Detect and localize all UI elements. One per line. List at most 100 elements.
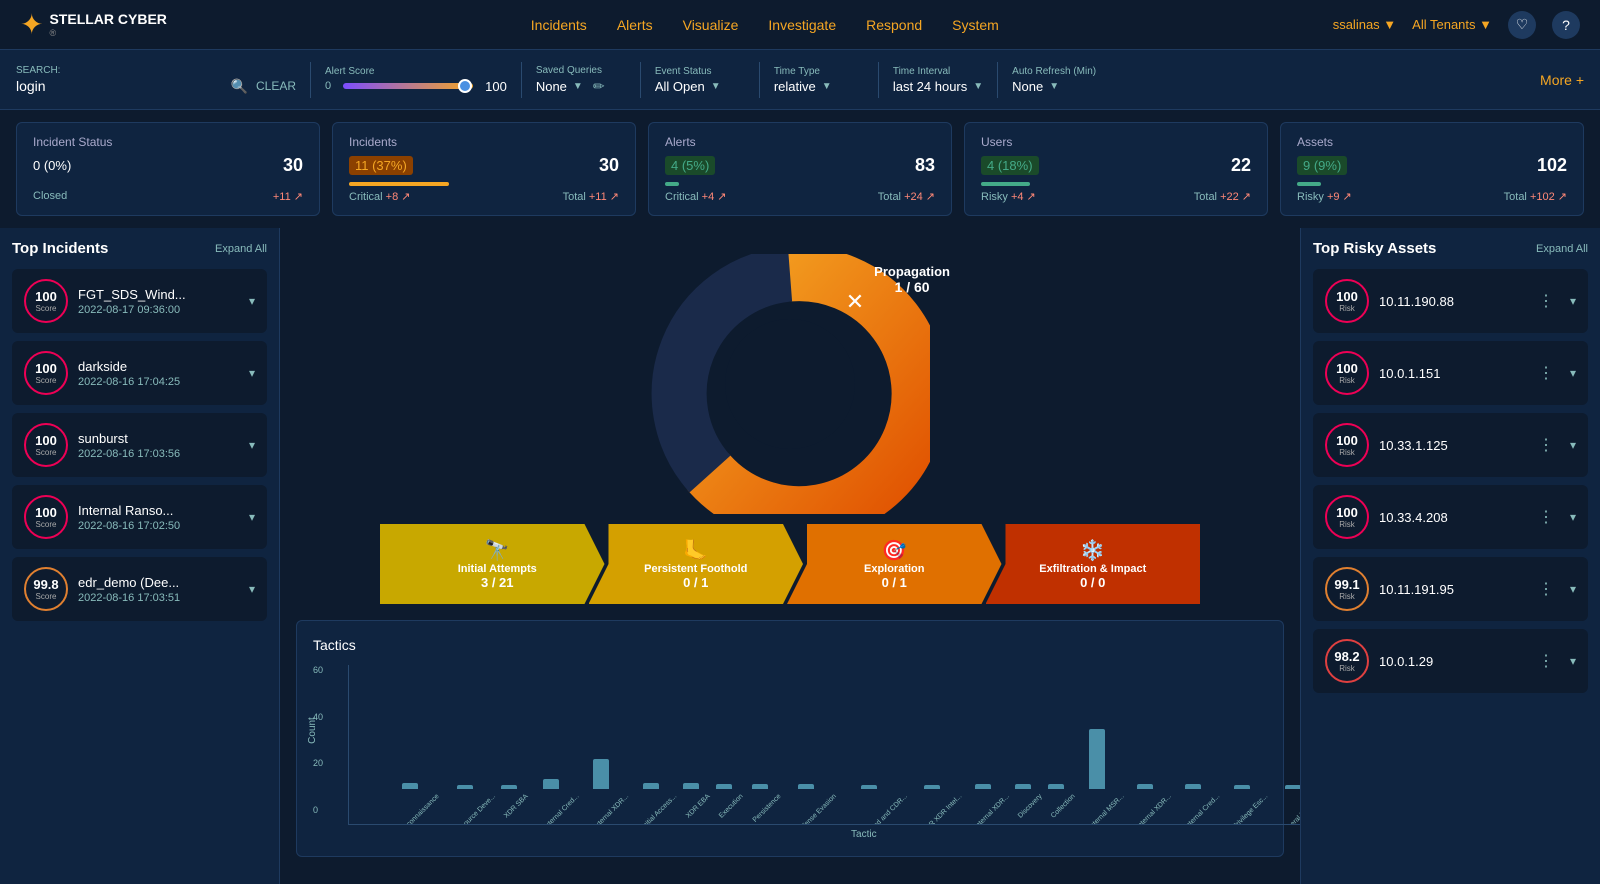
stat-card-users[interactable]: Users 4 (18%) 22 Risky +4 ↗ Total +22 ↗ [964,122,1268,216]
asset-chevron-1: ▾ [1570,366,1576,380]
incident-item-2[interactable]: 100 Score sunburst 2022-08-16 17:03:56 ▾ [12,413,267,477]
asset-item-0[interactable]: 100 Risk 10.11.190.88 ⋮ ▾ [1313,269,1588,333]
bar-label-4: External XDR... [591,793,630,825]
tactics-chart-area: 60 40 20 0 Reconnaissance [313,665,1267,840]
asset-menu-icon-1[interactable]: ⋮ [1538,363,1554,383]
tactics-section: Tactics 60 40 20 0 [296,620,1284,857]
stat-card-incident-status[interactable]: Incident Status 0 (0%) 30 Closed +11 ↗ [16,122,320,216]
incident-item-1[interactable]: 100 Score darkside 2022-08-16 17:04:25 ▾ [12,341,267,405]
bar-col-15: Internal MSR... [1074,729,1121,800]
incident-item-0[interactable]: 100 Score FGT_SDS_Wind... 2022-08-17 09:… [12,269,267,333]
bar-col-0: Reconnaissance [384,783,436,800]
search-input[interactable] [16,78,223,94]
asset-item-2[interactable]: 100 Risk 10.33.1.125 ⋮ ▾ [1313,413,1588,477]
incident-info-2: sunburst 2022-08-16 17:03:56 [78,431,239,460]
nav-tenant[interactable]: All Tenants ▼ [1412,17,1492,32]
clear-button[interactable]: CLEAR [256,79,296,93]
stat-card-incidents[interactable]: Incidents 11 (37%) 30 Critical +8 ↗ Tota… [332,122,636,216]
tactics-title: Tactics [313,637,1267,653]
alert-score-header: Alert Score [325,66,507,79]
asset-menu-icon-5[interactable]: ⋮ [1538,651,1554,671]
asset-name-4: 10.11.191.95 [1379,582,1528,597]
bar-label-12: Internal XDR... [974,793,1011,825]
bar-19 [1285,785,1300,789]
bar-col-4: External XDR... [577,759,625,800]
step-1-count: 0 / 1 [683,575,708,590]
nav-question-icon[interactable]: ? [1552,11,1580,39]
time-interval-control[interactable]: Time Interval last 24 hours ▼ [893,66,983,94]
asset-menu-icon-4[interactable]: ⋮ [1538,579,1554,599]
event-status-control[interactable]: Event Status All Open ▼ [655,66,745,94]
asset-score-badge-4: 99.1 Risk [1325,567,1369,611]
asset-item-3[interactable]: 100 Risk 10.33.4.208 ⋮ ▾ [1313,485,1588,549]
assets-expand-all[interactable]: Expand All [1536,243,1588,255]
alert-score-label: Alert Score [325,66,374,77]
propagation-count: 1 / 60 [874,279,950,295]
saved-queries-value-row: None ▼ ✏ [536,78,605,95]
more-button[interactable]: More + [1540,72,1584,88]
nav-respond[interactable]: Respond [866,17,922,33]
asset-name-5: 10.0.1.29 [1379,654,1528,669]
asset-score-val-2: 100 [1336,433,1358,448]
bar-label-16: Internal XDR... [1136,793,1173,825]
search-icon[interactable]: 🔍 [231,78,248,95]
alert-score-thumb[interactable] [458,79,472,93]
incident-item-3[interactable]: 100 Score Internal Ranso... 2022-08-16 1… [12,485,267,549]
bar-13 [1015,784,1031,789]
stat-primary-incident-status: 0 (0%) [33,158,71,173]
nav-incidents[interactable]: Incidents [531,17,587,33]
stat-card-alerts[interactable]: Alerts 4 (5%) 83 Critical +4 ↗ Total +24… [648,122,952,216]
logo-text-block: STELLAR CYBER ® [49,11,166,38]
asset-menu-icon-2[interactable]: ⋮ [1538,435,1554,455]
asset-chevron-4: ▾ [1570,582,1576,596]
nav-user[interactable]: ssalinas ▼ [1333,17,1396,32]
asset-item-1[interactable]: 100 Risk 10.0.1.151 ⋮ ▾ [1313,341,1588,405]
svg-text:✕: ✕ [846,289,864,314]
incidents-expand-all[interactable]: Expand All [215,243,267,255]
saved-queries-control[interactable]: Saved Queries None ▼ ✏ [536,65,626,95]
propagation-title: Propagation [874,264,950,279]
stat-primary-alerts: 4 (5%) [665,156,715,175]
event-status-arrow-icon: ▼ [711,81,721,92]
nav-alerts[interactable]: Alerts [617,17,653,33]
incident-item-4[interactable]: 99.8 Score edr_demo (Dee... 2022-08-16 1… [12,557,267,621]
killchain-step-3[interactable]: ❄️ Exfiltration & Impact 0 / 0 [986,524,1201,604]
time-interval-value-row: last 24 hours ▼ [893,79,983,94]
asset-score-lbl-2: Risk [1339,448,1355,457]
stat-card-assets[interactable]: Assets 9 (9%) 102 Risky +9 ↗ Total +102 … [1280,122,1584,216]
auto-refresh-value-row: None ▼ [1012,79,1059,94]
killchain-step-0[interactable]: 🔭 Initial Attempts 3 / 21 [380,524,605,604]
bar-col-11: EDR XDR Intel... [906,785,959,800]
killchain-step-1[interactable]: 🦶 Persistent Foothold 0 / 1 [589,524,804,604]
nav-visualize[interactable]: Visualize [683,17,739,33]
incident-chevron-1: ▾ [249,366,255,380]
event-status-value-row: All Open ▼ [655,79,721,94]
bar-col-14: Collection [1041,784,1072,800]
donut-area: ✕ Propagation 1 / 60 [620,244,960,524]
asset-menu-icon-0[interactable]: ⋮ [1538,291,1554,311]
nav-system[interactable]: System [952,17,999,33]
incident-score-val-1: 100 [35,361,57,376]
auto-refresh-control[interactable]: Auto Refresh (Min) None ▼ [1012,66,1102,94]
asset-item-4[interactable]: 99.1 Risk 10.11.191.95 ⋮ ▾ [1313,557,1588,621]
nav-help-icon[interactable]: ♡ [1508,11,1536,39]
logo: ✦ STELLAR CYBER ® [20,8,167,41]
asset-item-5[interactable]: 98.2 Risk 10.0.1.29 ⋮ ▾ [1313,629,1588,693]
right-panel-assets: Top Risky Assets Expand All 100 Risk 10.… [1300,228,1600,884]
killchain-step-2[interactable]: 🎯 Exploration 0 / 1 [787,524,1002,604]
toolbar-divider-4 [759,62,760,98]
stat-bar-alerts [665,182,679,186]
stat-sub-incident-status: Closed +11 ↗ [33,190,303,203]
search-label: SEARCH: [16,65,296,76]
time-type-control[interactable]: Time Type relative ▼ [774,66,864,94]
step-1-icon: 🦶 [683,538,708,563]
bar-col-9: Defense Evasion [780,784,833,800]
asset-chevron-5: ▾ [1570,654,1576,668]
nav-investigate[interactable]: Investigate [768,17,836,33]
saved-queries-edit-icon[interactable]: ✏ [593,78,605,95]
auto-refresh-arrow-icon: ▼ [1049,81,1059,92]
bar-18 [1234,785,1250,789]
alert-score-track[interactable] [343,83,473,89]
stat-count-incidents: 30 [599,155,619,176]
asset-menu-icon-3[interactable]: ⋮ [1538,507,1554,527]
